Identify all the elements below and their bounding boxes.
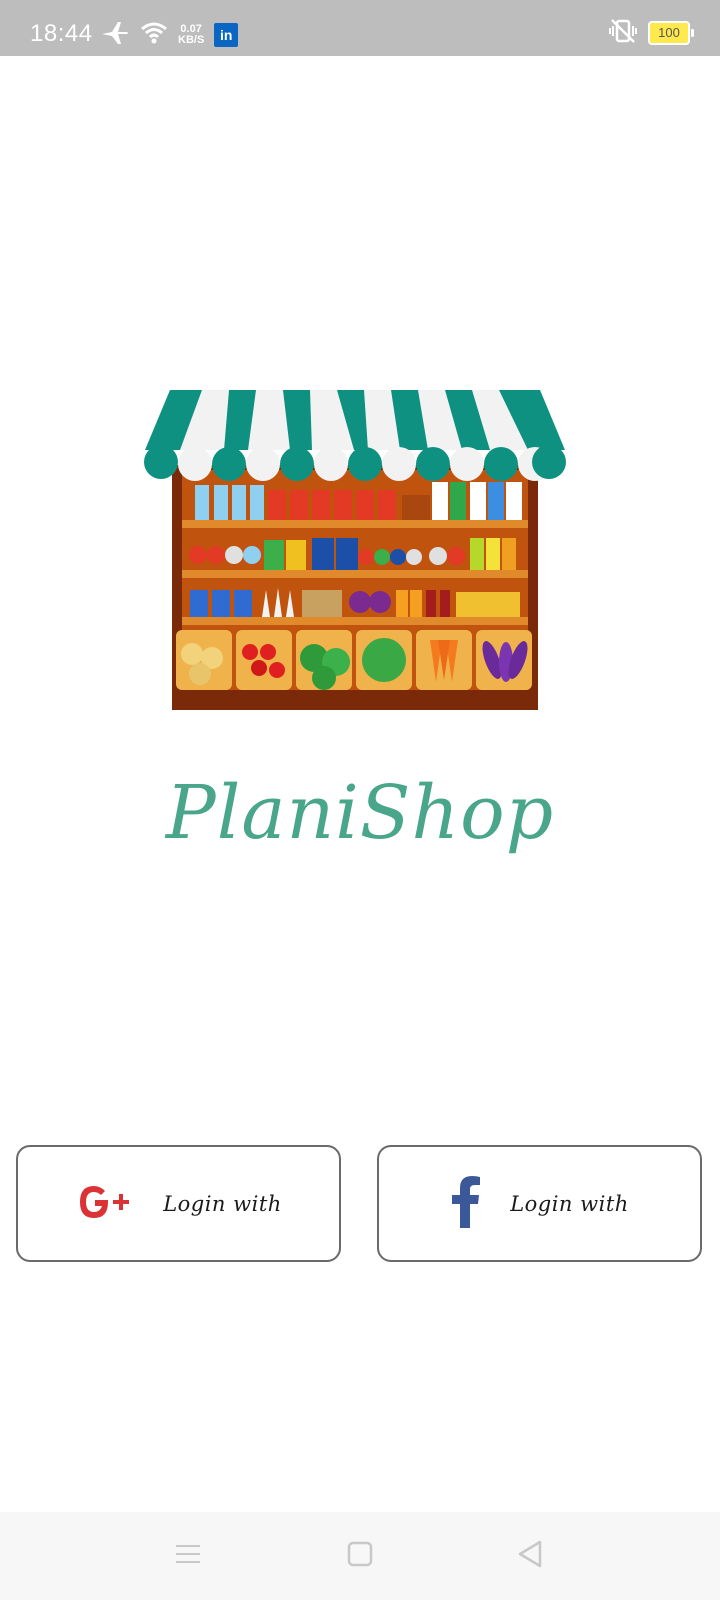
- google-plus-icon: [75, 1182, 135, 1226]
- status-icons-right: 100: [608, 18, 694, 48]
- vibrate-icon: [608, 18, 638, 48]
- battery-icon: 100: [648, 21, 694, 45]
- status-time: 18:44: [30, 20, 93, 47]
- google-login-label: Login with: [163, 1191, 282, 1216]
- net-speed-unit: KB/S: [178, 34, 205, 46]
- status-bar: 18:44 0.07 KB/S in 100: [0, 0, 720, 56]
- facebook-login-button[interactable]: Login with: [377, 1145, 702, 1262]
- home-button[interactable]: [342, 1538, 378, 1574]
- menu-button[interactable]: [170, 1538, 206, 1574]
- facebook-login-label: Login with: [510, 1191, 629, 1216]
- menu-icon: [174, 1542, 202, 1570]
- navigation-bar: [0, 1512, 720, 1600]
- linkedin-icon: in: [214, 23, 239, 47]
- facebook-icon: [450, 1175, 482, 1232]
- home-icon: [346, 1540, 374, 1572]
- wifi-icon: [140, 21, 168, 49]
- net-speed: 0.07 KB/S: [178, 24, 204, 46]
- app-title: PlaniShop: [165, 770, 555, 856]
- back-icon: [516, 1539, 544, 1573]
- airplane-icon: [100, 20, 130, 50]
- shop-illustration: [140, 390, 570, 720]
- status-icons-left: 0.07 KB/S in: [100, 20, 239, 50]
- google-login-button[interactable]: Login with: [16, 1145, 341, 1262]
- back-button[interactable]: [512, 1538, 548, 1574]
